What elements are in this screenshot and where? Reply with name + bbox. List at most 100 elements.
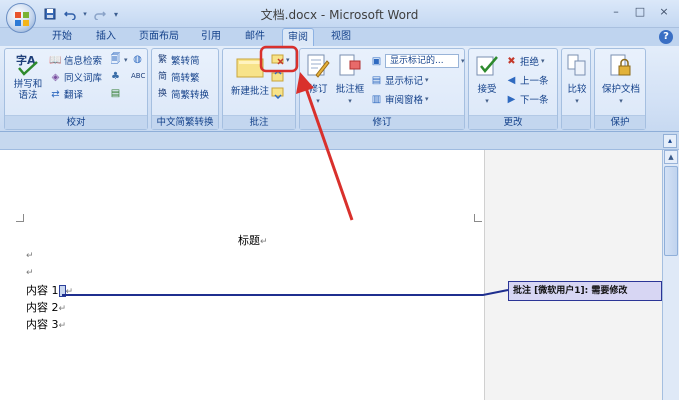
tab-page-layout[interactable]: 页面布局 bbox=[134, 28, 184, 46]
document-area[interactable]: 标题↵ ↵ ↵ 内容 1 ↵ 内容 2↵ 内容 3↵ bbox=[0, 150, 662, 400]
compare-group: 比较 ▾ bbox=[561, 48, 591, 130]
office-button[interactable] bbox=[6, 3, 36, 33]
abc-count-button[interactable]: ABC bbox=[131, 70, 145, 83]
translate-button[interactable]: ⇄ 翻译 bbox=[49, 87, 84, 102]
document-page[interactable]: 标题↵ ↵ ↵ 内容 1 ↵ 内容 2↵ 内容 3↵ bbox=[0, 150, 484, 400]
markup-area bbox=[484, 150, 662, 400]
reject-button[interactable]: ✖ 拒绝 ▾ bbox=[505, 54, 544, 69]
chinese-conversion-group: 繁 繁转简 简 简转繁 换 简繁转换 中文简繁转换 bbox=[151, 48, 219, 130]
margin-corner-top-left bbox=[16, 214, 24, 222]
delete-comment-button[interactable]: ▾ bbox=[271, 53, 290, 66]
to-traditional-label: 简转繁 bbox=[171, 73, 200, 84]
empty-paragraph: ↵ bbox=[26, 268, 34, 278]
compare-group-label bbox=[562, 115, 590, 129]
show-markup-label: 显示标记 bbox=[385, 76, 424, 87]
balloons-button[interactable]: 批注框 ▾ bbox=[334, 53, 366, 105]
tracking-group-label: 修订 bbox=[300, 115, 464, 129]
previous-comment-button[interactable] bbox=[271, 69, 284, 83]
tab-view[interactable]: 视图 bbox=[324, 28, 358, 46]
office-logo-icon bbox=[15, 12, 29, 26]
compare-button[interactable]: 比较 ▾ bbox=[564, 53, 590, 105]
document-heading: 标题↵ bbox=[238, 232, 268, 248]
comment-balloon[interactable]: 批注 [微软用户1]: 需要修改 bbox=[508, 281, 662, 301]
thesaurus-button[interactable]: ◈ 同义词库 bbox=[49, 70, 103, 85]
reviewing-pane-icon: ▥ bbox=[371, 93, 382, 105]
track-changes-button[interactable]: 修订 ▾ bbox=[304, 53, 332, 105]
protect-group: 保护文档 ▾ 保护 bbox=[594, 48, 646, 130]
set-language-button[interactable]: ◍ bbox=[131, 53, 144, 66]
accept-icon bbox=[476, 56, 498, 76]
scroll-thumb[interactable] bbox=[664, 166, 678, 256]
chinese-convert-label: 简繁转换 bbox=[171, 90, 210, 101]
comments-group: 新建批注 ▾ 批注 bbox=[222, 48, 296, 130]
thesaurus-icon: ◈ bbox=[51, 71, 60, 83]
scroll-up-button[interactable]: ▲ bbox=[664, 150, 678, 164]
translation-tip-icon: 🗐 bbox=[110, 54, 121, 65]
reject-icon: ✖ bbox=[507, 55, 516, 67]
spelling-grammar-label: 拼写和 语法 bbox=[13, 79, 43, 101]
tab-insert[interactable]: 插入 bbox=[88, 28, 124, 46]
to-traditional-button[interactable]: 简 简转繁 bbox=[156, 70, 200, 85]
window-controls: – □ × bbox=[605, 2, 675, 20]
thesaurus-label: 同义词库 bbox=[64, 73, 103, 84]
proofing-group-label: 校对 bbox=[5, 115, 147, 129]
vertical-scrollbar[interactable]: ▲ bbox=[662, 150, 679, 400]
changes-group: 接受 ▾ ✖ 拒绝 ▾ ◀ 上一条 ▶ 下一条 更改 bbox=[468, 48, 558, 130]
compare-icon bbox=[567, 54, 586, 76]
reject-label: 拒绝 bbox=[520, 57, 540, 68]
comments-group-label: 批注 bbox=[223, 115, 295, 129]
protect-document-icon bbox=[610, 54, 631, 76]
heading-text: 标题 bbox=[238, 234, 260, 247]
minimize-button[interactable]: – bbox=[605, 2, 627, 20]
translate-label: 翻译 bbox=[64, 90, 84, 101]
to-traditional-icon: 简 bbox=[157, 71, 167, 82]
show-markup-button[interactable]: ▤ 显示标记 ▾ bbox=[370, 73, 429, 88]
tracking-group: 修订 ▾ 批注框 ▾ ▣ 显示标记的... ▾ ▤ 显示标记 ▾ ▥ 审阅窗格 … bbox=[299, 48, 465, 130]
research-icon: 📖 bbox=[49, 54, 62, 66]
content-text-3: 内容 3 bbox=[26, 318, 59, 331]
compare-label: 比较 bbox=[567, 84, 587, 95]
spelling-grammar-button[interactable]: 字A 拼写和 语法 bbox=[11, 53, 45, 101]
previous-comment-icon bbox=[271, 69, 284, 83]
balloons-label: 批注框 bbox=[335, 84, 365, 95]
research-button[interactable]: 📖 信息检索 bbox=[49, 53, 102, 68]
previous-change-button[interactable]: ◀ 上一条 bbox=[505, 73, 549, 88]
tab-review[interactable]: 审阅 bbox=[282, 28, 314, 47]
language-button[interactable]: ♣ bbox=[109, 70, 122, 83]
tab-references[interactable]: 引用 bbox=[194, 28, 228, 46]
chinese-convert-icon: 换 bbox=[157, 88, 167, 99]
accept-button[interactable]: 接受 ▾ bbox=[473, 53, 501, 105]
window-title: 文档.docx - Microsoft Word bbox=[260, 8, 419, 22]
comment-anchor[interactable] bbox=[58, 285, 66, 297]
track-changes-label: 修订 bbox=[308, 84, 328, 95]
translation-tip-button[interactable]: 🗐 ▾ bbox=[109, 53, 128, 66]
track-changes-icon bbox=[307, 54, 330, 78]
new-comment-button[interactable]: 新建批注 bbox=[227, 55, 273, 97]
next-change-button[interactable]: ▶ 下一条 bbox=[505, 92, 549, 107]
to-simplified-button[interactable]: 繁 繁转简 bbox=[156, 53, 200, 68]
ribbon: 字A 拼写和 语法 📖 信息检索 ◈ 同义词库 ⇄ 翻译 🗐 ▾ ♣ ▤ ◍ A… bbox=[0, 46, 679, 132]
previous-change-icon: ◀ bbox=[507, 74, 516, 86]
view-ruler-button[interactable]: ▴ bbox=[663, 134, 677, 148]
help-icon[interactable]: ? bbox=[659, 30, 673, 44]
protect-document-button[interactable]: 保护文档 ▾ bbox=[599, 53, 643, 105]
margin-corner-top-right bbox=[474, 214, 482, 222]
close-button[interactable]: × bbox=[653, 2, 675, 20]
content-text-1: 内容 1 bbox=[26, 284, 59, 297]
display-for-review-dropdown[interactable]: ▣ 显示标记的... ▾ bbox=[370, 54, 465, 68]
content-line-2: 内容 2↵ bbox=[26, 301, 67, 314]
word-count-button[interactable]: ▤ bbox=[109, 87, 122, 100]
next-comment-icon bbox=[271, 87, 284, 100]
reviewing-pane-label: 审阅窗格 bbox=[385, 95, 424, 106]
maximize-button[interactable]: □ bbox=[629, 2, 651, 20]
content-text-2: 内容 2 bbox=[26, 301, 59, 314]
tab-home[interactable]: 开始 bbox=[44, 28, 80, 46]
tab-mailings[interactable]: 邮件 bbox=[238, 28, 272, 46]
reviewing-pane-button[interactable]: ▥ 审阅窗格 ▾ bbox=[370, 92, 429, 107]
ribbon-tabs: 开始 插入 页面布局 引用 邮件 审阅 视图 ? bbox=[0, 28, 679, 47]
protect-document-label: 保护文档 bbox=[601, 84, 640, 95]
chinese-convert-button[interactable]: 换 简繁转换 bbox=[156, 87, 210, 102]
show-markup-icon: ▤ bbox=[371, 74, 382, 86]
next-comment-button[interactable] bbox=[271, 87, 284, 100]
balloons-icon bbox=[339, 54, 361, 76]
